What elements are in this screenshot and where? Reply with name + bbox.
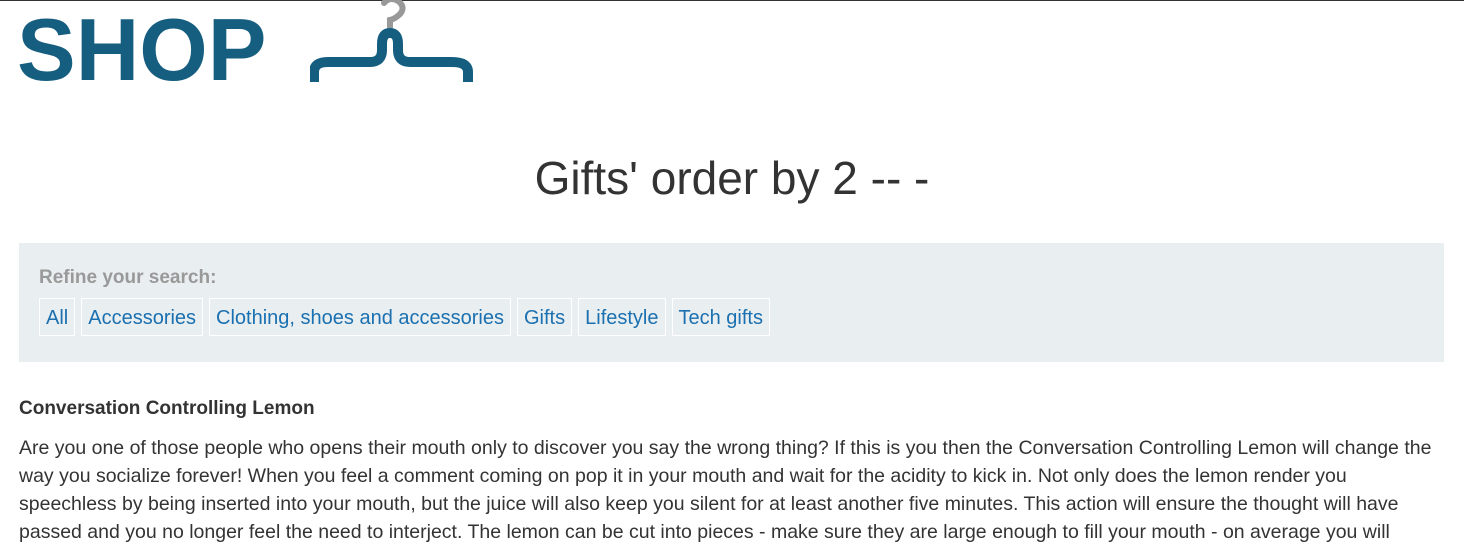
filter-link-clothing[interactable]: Clothing, shoes and accessories — [209, 298, 511, 336]
product-description: Are you one of those people who opens th… — [19, 437, 1432, 543]
logo-text: SHOP — [17, 0, 267, 99]
hanger-icon — [310, 0, 473, 82]
filter-heading: Refine your search: — [39, 267, 217, 288]
filter-link-tech-gifts[interactable]: Tech gifts — [671, 298, 770, 336]
product-name: Conversation Controlling Lemon — [19, 398, 315, 419]
product-item: Conversation Controlling Lemon Are you o… — [19, 396, 1444, 546]
page-title: Gifts' order by 2 -- - — [534, 152, 930, 204]
filter-link-lifestyle[interactable]: Lifestyle — [578, 298, 666, 336]
filter-panel: Refine your search: All Accessories Clot… — [19, 243, 1444, 362]
filter-link-accessories[interactable]: Accessories — [81, 298, 204, 336]
filter-list: All Accessories Clothing, shoes and acce… — [39, 298, 770, 336]
shop-logo[interactable]: SHOP — [17, 0, 473, 99]
filter-link-all[interactable]: All — [39, 298, 76, 336]
filter-link-gifts[interactable]: Gifts — [517, 298, 573, 336]
